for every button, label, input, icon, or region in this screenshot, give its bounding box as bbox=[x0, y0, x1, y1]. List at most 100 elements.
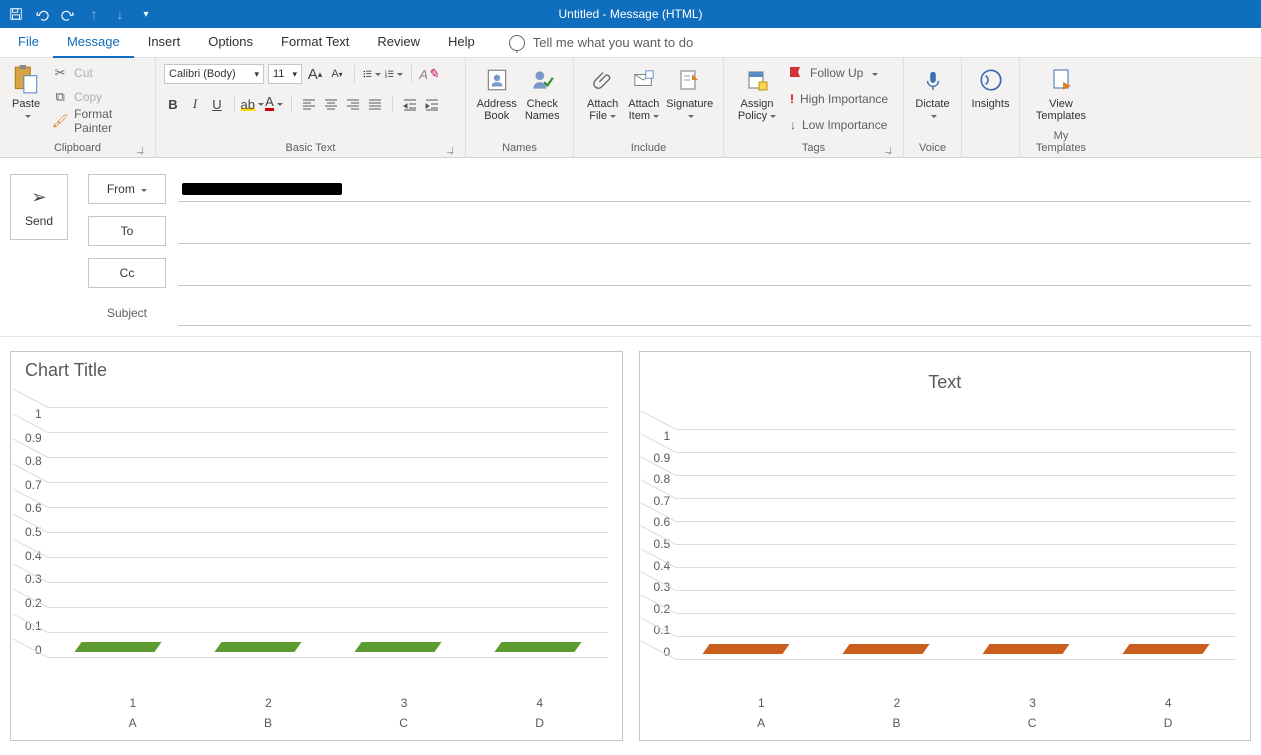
flag-icon bbox=[790, 66, 804, 80]
group-templates: View Templates My Templates bbox=[1020, 58, 1102, 157]
bold-button[interactable]: B bbox=[164, 95, 182, 113]
high-importance-button[interactable]: ! High Importance bbox=[786, 88, 892, 110]
numbering-button[interactable]: 123 bbox=[385, 65, 403, 83]
title-bar: ↑ ↓ ▾ Untitled - Message (HTML) bbox=[0, 0, 1261, 28]
cc-button[interactable]: Cc bbox=[88, 258, 166, 288]
font-name-select[interactable]: Calibri (Body)▾ bbox=[164, 64, 264, 84]
address-book-button[interactable]: Address Book bbox=[474, 62, 520, 122]
to-field[interactable] bbox=[178, 218, 1251, 244]
assign-policy-icon bbox=[741, 64, 773, 96]
shrink-font-button[interactable]: A▾ bbox=[328, 65, 346, 83]
signature-button[interactable]: Signature bbox=[664, 62, 715, 122]
chart-1-plot bbox=[48, 407, 608, 657]
chart-2[interactable]: Text 10.90.80.70.60.50.40.30.20.10 bbox=[639, 351, 1252, 741]
format-painter-button[interactable]: 🖌 Format Painter bbox=[48, 110, 147, 132]
check-names-l1: Check bbox=[527, 98, 558, 110]
tell-me-search[interactable]: Tell me what you want to do bbox=[509, 35, 693, 51]
cut-button[interactable]: ✂ Cut bbox=[48, 62, 147, 84]
paste-button[interactable]: Paste bbox=[8, 62, 44, 132]
copy-icon: ⧉ bbox=[52, 89, 68, 105]
quick-access-toolbar: ↑ ↓ ▾ bbox=[6, 4, 156, 24]
group-tags: Assign Policy Follow Up ! High Importanc… bbox=[724, 58, 904, 157]
redo-icon[interactable] bbox=[58, 4, 78, 24]
low-importance-icon: ↓ bbox=[790, 118, 796, 132]
tab-options[interactable]: Options bbox=[194, 28, 267, 58]
tab-help[interactable]: Help bbox=[434, 28, 489, 58]
highlight-button[interactable]: ab bbox=[243, 95, 261, 113]
chart-1[interactable]: Chart Title 10.90.80.70.60.50.40.30.20.1… bbox=[10, 351, 623, 741]
subject-field[interactable] bbox=[178, 300, 1251, 326]
dialog-launcher-icon[interactable] bbox=[137, 147, 143, 153]
font-size-value: 11 bbox=[273, 68, 284, 80]
copy-label: Copy bbox=[74, 90, 102, 104]
chart-1-bar-2 bbox=[214, 642, 301, 652]
tab-message[interactable]: Message bbox=[53, 28, 134, 58]
highlight-icon: ab bbox=[241, 97, 255, 111]
chevron-down-icon bbox=[928, 110, 937, 122]
underline-button[interactable]: U bbox=[208, 95, 226, 113]
ribbon: Paste ✂ Cut ⧉ Copy 🖌 Format Painter Cli bbox=[0, 58, 1261, 158]
paste-label: Paste bbox=[12, 98, 40, 110]
copy-button[interactable]: ⧉ Copy bbox=[48, 86, 147, 108]
align-right-button[interactable] bbox=[344, 95, 362, 113]
to-button[interactable]: To bbox=[88, 216, 166, 246]
group-label-include: Include bbox=[631, 142, 666, 154]
tab-insert[interactable]: Insert bbox=[134, 28, 195, 58]
chart-2-bar-2 bbox=[843, 644, 930, 654]
subject-label: Subject bbox=[88, 306, 166, 320]
chart-1-bar-1 bbox=[74, 642, 161, 652]
tab-format-text[interactable]: Format Text bbox=[267, 28, 363, 58]
message-body[interactable]: Chart Title 10.90.80.70.60.50.40.30.20.1… bbox=[0, 337, 1261, 755]
align-left-button[interactable] bbox=[300, 95, 318, 113]
undo-icon[interactable] bbox=[32, 4, 52, 24]
view-templates-button[interactable]: View Templates bbox=[1028, 62, 1094, 122]
microphone-icon bbox=[917, 64, 949, 96]
cc-field[interactable] bbox=[178, 260, 1251, 286]
insights-button[interactable]: Insights bbox=[970, 62, 1011, 110]
qat-customize-icon[interactable]: ▾ bbox=[136, 4, 156, 24]
from-button[interactable]: From bbox=[88, 174, 166, 204]
group-voice: Dictate Voice bbox=[904, 58, 962, 157]
from-field[interactable] bbox=[178, 176, 1251, 202]
save-icon[interactable] bbox=[6, 4, 26, 24]
dialog-launcher-icon[interactable] bbox=[447, 147, 453, 153]
redacted-address bbox=[182, 183, 342, 195]
low-importance-button[interactable]: ↓ Low Importance bbox=[786, 114, 892, 136]
clear-formatting-button[interactable]: A✎ bbox=[420, 65, 438, 83]
dictate-button[interactable]: Dictate bbox=[912, 62, 953, 122]
justify-button[interactable] bbox=[366, 95, 384, 113]
group-clipboard: Paste ✂ Cut ⧉ Copy 🖌 Format Painter Cli bbox=[0, 58, 156, 157]
decrease-indent-button[interactable] bbox=[401, 95, 419, 113]
chart-1-bar-4 bbox=[494, 642, 581, 652]
group-names: Address Book Check Names Names bbox=[466, 58, 574, 157]
italic-button[interactable]: I bbox=[186, 95, 204, 113]
assign-policy-button[interactable]: Assign Policy bbox=[732, 62, 782, 136]
chart-2-bar-3 bbox=[983, 644, 1070, 654]
font-color-button[interactable]: A bbox=[265, 95, 283, 113]
send-icon: ➢ bbox=[31, 187, 46, 208]
attach-item-button[interactable]: Attach Item bbox=[623, 62, 664, 122]
attach-file-button[interactable]: Attach File bbox=[582, 62, 623, 122]
chart-1-title: Chart Title bbox=[25, 360, 608, 381]
increase-indent-button[interactable] bbox=[423, 95, 441, 113]
send-button[interactable]: ➢ Send bbox=[10, 174, 68, 240]
check-names-button[interactable]: Check Names bbox=[520, 62, 566, 122]
mail-header: ➢ Send From To Cc Subject bbox=[0, 158, 1261, 337]
dialog-launcher-icon[interactable] bbox=[885, 147, 891, 153]
address-book-l1: Address bbox=[477, 98, 517, 110]
signature-icon bbox=[674, 64, 706, 96]
align-center-button[interactable] bbox=[322, 95, 340, 113]
font-size-select[interactable]: 11▾ bbox=[268, 64, 302, 84]
prev-item-icon: ↑ bbox=[84, 4, 104, 24]
paste-icon bbox=[10, 64, 42, 96]
insights-icon bbox=[975, 64, 1007, 96]
tab-review[interactable]: Review bbox=[363, 28, 434, 58]
grow-font-button[interactable]: A▴ bbox=[306, 65, 324, 83]
group-basic-text: Calibri (Body)▾ 11▾ A▴ A▾ 123 A✎ B I U a… bbox=[156, 58, 466, 157]
bullets-button[interactable] bbox=[363, 65, 381, 83]
follow-up-button[interactable]: Follow Up bbox=[786, 62, 892, 84]
tab-file[interactable]: File bbox=[4, 28, 53, 58]
group-label-names: Names bbox=[502, 142, 537, 154]
group-include: Attach File Attach Item Signature Includ… bbox=[574, 58, 724, 157]
chevron-down-icon bbox=[607, 110, 616, 122]
